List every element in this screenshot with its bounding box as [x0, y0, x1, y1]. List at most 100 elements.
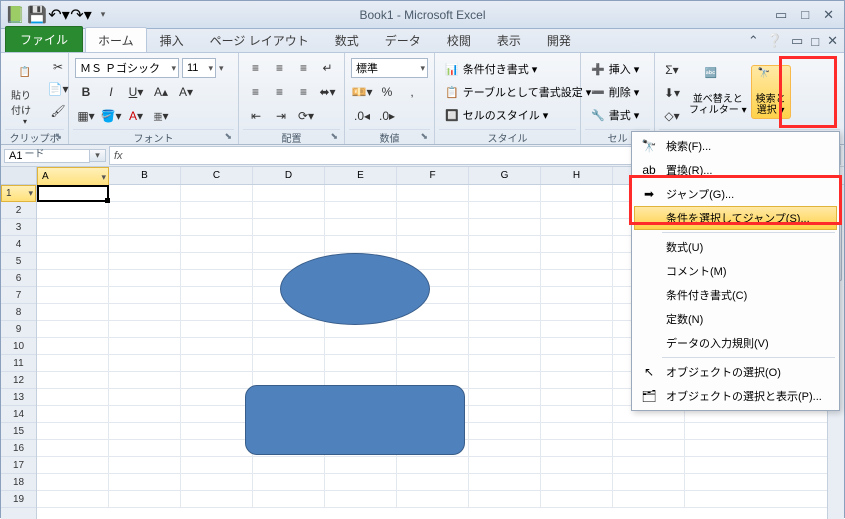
conditional-formatting-button[interactable]: 📊 条件付き書式 ▾: [441, 59, 574, 79]
format-cells-button[interactable]: 🔧 書式 ▾: [587, 105, 648, 125]
row-header[interactable]: 18: [1, 474, 36, 491]
window-minimize-icon[interactable]: ▭: [791, 33, 803, 49]
menu-find[interactable]: 🔭検索(F)...: [634, 134, 837, 158]
column-header[interactable]: A: [37, 167, 109, 187]
orientation-button[interactable]: ⟳▾: [295, 106, 317, 126]
qat-customize-icon[interactable]: ▾: [93, 5, 113, 25]
copy-button[interactable]: 📄▾: [47, 79, 69, 99]
fill-button[interactable]: ⬇▾: [661, 83, 683, 103]
format-as-table-button[interactable]: 📋 テーブルとして書式設定 ▾: [441, 82, 574, 102]
fx-icon[interactable]: fx: [114, 150, 123, 162]
increase-decimal-button[interactable]: .0◂: [351, 106, 373, 126]
row-header[interactable]: 17: [1, 457, 36, 474]
tab-review[interactable]: 校閲: [434, 27, 484, 52]
row-header[interactable]: 7: [1, 287, 36, 304]
name-box-dropdown-icon[interactable]: ▾: [90, 149, 106, 162]
name-box[interactable]: A1 ▾: [1, 145, 109, 166]
column-header[interactable]: G: [469, 167, 541, 184]
tab-file[interactable]: ファイル: [5, 26, 83, 52]
column-header[interactable]: B: [109, 167, 181, 184]
maximize-button[interactable]: □: [801, 7, 809, 23]
border-button[interactable]: ▦▾: [75, 106, 97, 126]
row-header[interactable]: 9: [1, 321, 36, 338]
column-header[interactable]: H: [541, 167, 613, 184]
menu-selection-pane[interactable]: 🗂オブジェクトの選択と表示(P)...: [634, 384, 837, 408]
row-header[interactable]: 1: [1, 185, 36, 202]
row-header[interactable]: 5: [1, 253, 36, 270]
clear-button[interactable]: ◇▾: [661, 106, 683, 126]
tab-home[interactable]: ホーム: [85, 27, 147, 52]
menu-replace[interactable]: ab置換(R)...: [634, 158, 837, 182]
align-middle-button[interactable]: ≡: [269, 58, 290, 78]
fill-color-button[interactable]: 🪣▾: [100, 106, 122, 126]
number-launcher-icon[interactable]: ⬊: [420, 131, 428, 142]
row-header[interactable]: 12: [1, 372, 36, 389]
menu-formulas[interactable]: 数式(U): [634, 235, 837, 259]
column-header[interactable]: D: [253, 167, 325, 184]
decrease-indent-button[interactable]: ⇤: [245, 106, 267, 126]
row-header[interactable]: 14: [1, 406, 36, 423]
minimize-button[interactable]: ▭: [775, 7, 787, 23]
alignment-launcher-icon[interactable]: ⬊: [330, 131, 338, 142]
comma-button[interactable]: ,: [401, 82, 423, 102]
row-header[interactable]: 11: [1, 355, 36, 372]
bold-button[interactable]: B: [75, 82, 97, 102]
tab-view[interactable]: 表示: [484, 27, 534, 52]
row-header[interactable]: 10: [1, 338, 36, 355]
oval-shape[interactable]: [280, 253, 430, 325]
column-header[interactable]: E: [325, 167, 397, 184]
tab-insert[interactable]: 挿入: [147, 27, 197, 52]
number-format-select[interactable]: 標準: [351, 58, 428, 78]
close-button[interactable]: ✕: [823, 7, 834, 23]
font-size-select[interactable]: 11: [182, 58, 216, 78]
delete-cells-button[interactable]: ➖ 削除 ▾: [587, 82, 648, 102]
font-color-button[interactable]: A▾: [125, 106, 147, 126]
tab-formulas[interactable]: 数式: [322, 27, 372, 52]
rounded-rectangle-shape[interactable]: [245, 385, 465, 455]
menu-data-validation[interactable]: データの入力規則(V): [634, 331, 837, 355]
align-bottom-button[interactable]: ≡: [293, 58, 314, 78]
align-right-button[interactable]: ≡: [293, 82, 314, 102]
undo-icon[interactable]: ↶▾: [49, 5, 69, 25]
column-header[interactable]: C: [181, 167, 253, 184]
autosum-button[interactable]: Σ▾: [661, 60, 683, 80]
increase-indent-button[interactable]: ⇥: [270, 106, 292, 126]
align-top-button[interactable]: ≡: [245, 58, 266, 78]
decrease-decimal-button[interactable]: .0▸: [376, 106, 398, 126]
redo-icon[interactable]: ↷▾: [71, 5, 91, 25]
clipboard-launcher-icon[interactable]: ⬊: [54, 131, 62, 142]
align-left-button[interactable]: ≡: [245, 82, 266, 102]
tab-developer[interactable]: 開発: [534, 27, 584, 52]
phonetic-button[interactable]: 亜▾: [150, 106, 172, 126]
font-name-select[interactable]: ＭＳ Ｐゴシック: [75, 58, 179, 78]
format-painter-button[interactable]: 🖌: [47, 101, 69, 121]
menu-goto[interactable]: ➡ジャンプ(G)...: [634, 182, 837, 206]
font-launcher-icon[interactable]: ⬊: [224, 131, 232, 142]
row-header[interactable]: 8: [1, 304, 36, 321]
minimize-ribbon-icon[interactable]: ⌃: [748, 33, 759, 49]
menu-conditional-formatting[interactable]: 条件付き書式(C): [634, 283, 837, 307]
column-header[interactable]: F: [397, 167, 469, 184]
menu-goto-special[interactable]: 条件を選択してジャンプ(S)...: [634, 206, 837, 230]
row-header[interactable]: 2: [1, 202, 36, 219]
align-center-button[interactable]: ≡: [269, 82, 290, 102]
select-all-corner[interactable]: [1, 167, 36, 185]
insert-cells-button[interactable]: ➕ 挿入 ▾: [587, 59, 648, 79]
row-header[interactable]: 16: [1, 440, 36, 457]
cut-button[interactable]: ✂: [47, 57, 69, 77]
row-header[interactable]: 13: [1, 389, 36, 406]
merge-button[interactable]: ⬌▾: [317, 82, 338, 102]
menu-comments[interactable]: コメント(M): [634, 259, 837, 283]
find-select-button[interactable]: 🔭 検索と 選択 ▾: [751, 65, 791, 119]
paste-button[interactable]: 📋 貼り付け ▾: [5, 55, 45, 129]
cell-styles-button[interactable]: 🔲 セルのスタイル ▾: [441, 105, 574, 125]
row-header[interactable]: 3: [1, 219, 36, 236]
grow-font-button[interactable]: A▴: [150, 82, 172, 102]
save-icon[interactable]: 💾: [27, 5, 47, 25]
tab-page-layout[interactable]: ページ レイアウト: [197, 27, 322, 52]
underline-button[interactable]: U▾: [125, 82, 147, 102]
menu-select-objects[interactable]: ↖オブジェクトの選択(O): [634, 360, 837, 384]
row-header[interactable]: 6: [1, 270, 36, 287]
window-close-icon[interactable]: ✕: [827, 33, 838, 49]
menu-constants[interactable]: 定数(N): [634, 307, 837, 331]
